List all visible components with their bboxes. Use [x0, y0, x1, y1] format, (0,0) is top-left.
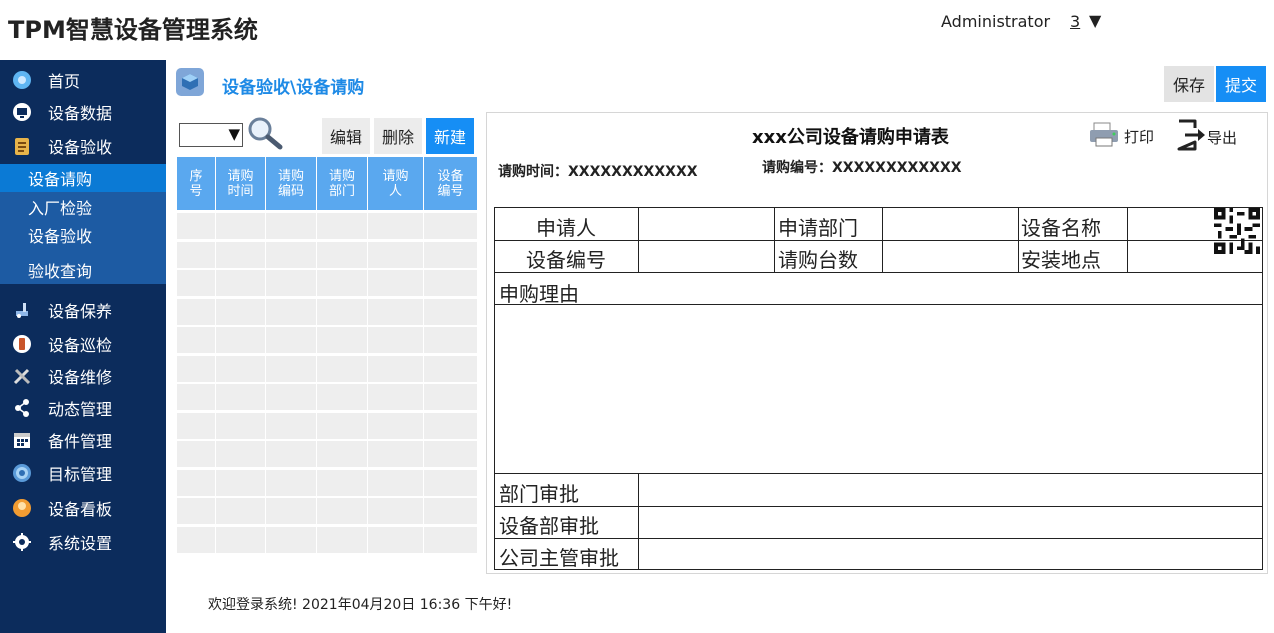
supervisor-approval-label: 公司主管审批	[499, 546, 619, 570]
form-table-lines	[494, 207, 1263, 570]
equipment-name-label: 设备名称	[1021, 216, 1101, 240]
department-label: 申请部门	[778, 216, 858, 240]
equipment-dept-approval-label: 设备部审批	[499, 514, 599, 538]
quantity-label: 请购台数	[778, 248, 858, 272]
status-footer: 欢迎登录系统! 2021年04月20日 16:36 下午好!	[208, 597, 513, 613]
location-label: 安装地点	[1021, 248, 1101, 272]
qr-code-icon	[1213, 208, 1261, 258]
reason-label: 申购理由	[499, 282, 579, 306]
applicant-label: 申请人	[536, 216, 596, 240]
dept-approval-label: 部门审批	[499, 482, 579, 506]
equipment-number-label: 设备编号	[526, 248, 606, 272]
